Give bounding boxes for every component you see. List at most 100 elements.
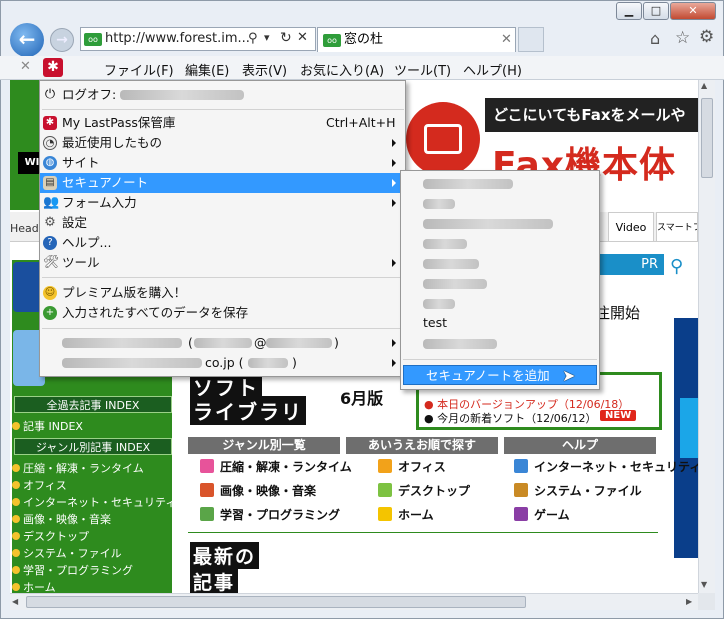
sidebar-link-internet[interactable]: インターネット・セキュリティ bbox=[12, 494, 176, 510]
nav-smartphone[interactable]: スマートフォ bbox=[656, 212, 698, 242]
index-all-header[interactable]: 全過去記事 INDEX bbox=[14, 396, 172, 413]
scroll-down-icon[interactable]: ▼ bbox=[701, 580, 707, 589]
menu-help[interactable]: ヘルプ(H) bbox=[463, 60, 522, 79]
menu-recent[interactable]: ◔ 最近使用したもの bbox=[40, 133, 405, 153]
menu-file[interactable]: ファイル(F) bbox=[104, 60, 174, 79]
menu-edit[interactable]: 編集(E) bbox=[185, 60, 229, 79]
redacted-note-1[interactable] bbox=[423, 179, 513, 189]
menu-identity-1[interactable]: ( @ ) bbox=[40, 333, 405, 353]
maximize-button[interactable]: □ bbox=[643, 2, 669, 20]
back-button[interactable]: ← bbox=[10, 23, 44, 57]
menu-sites-label: サイト bbox=[62, 155, 100, 170]
sidebar-link-compress[interactable]: 圧縮・解凍・ランタイム bbox=[12, 460, 144, 476]
category-system[interactable]: システム・ファイル bbox=[514, 482, 642, 499]
toolbar-close-icon[interactable]: ✕ bbox=[20, 59, 31, 74]
category-home-label[interactable]: ホーム bbox=[398, 508, 434, 522]
menu-save-all[interactable]: + 入力されたすべてのデータを保存 bbox=[40, 303, 405, 323]
category-office[interactable]: オフィス bbox=[378, 458, 446, 475]
menu-form-fill[interactable]: 👥 フォーム入力 bbox=[40, 193, 405, 213]
smiley-icon: ☺ bbox=[43, 286, 57, 300]
header-genre-list: ジャンル別一覧 bbox=[188, 437, 340, 454]
search-icon[interactable]: ⚲ bbox=[248, 31, 258, 46]
category-image-label[interactable]: 画像・映像・音楽 bbox=[220, 484, 316, 498]
sidebar-link-system[interactable]: システム・ファイル bbox=[12, 545, 122, 561]
category-internet[interactable]: インターネット・セキュリティ bbox=[514, 458, 698, 475]
nav-head[interactable]: Head bbox=[10, 222, 39, 235]
horizontal-scrollbar[interactable]: ◀ ▶ bbox=[10, 593, 698, 610]
menu-settings[interactable]: ⚙ 設定 bbox=[40, 213, 405, 233]
tools-gear-icon[interactable]: ⚙ bbox=[699, 27, 714, 47]
category-learning[interactable]: 学習・プログラミング bbox=[200, 506, 340, 523]
menu-premium[interactable]: ☺ プレミアム版を購入！ bbox=[40, 283, 405, 303]
minimize-button[interactable]: ▁ bbox=[616, 2, 642, 20]
fax-ad-banner[interactable]: どこにいてもFaxをメールや Fax機本体 bbox=[400, 98, 698, 186]
redacted-note-7[interactable] bbox=[423, 299, 455, 309]
menu-tools[interactable]: ツール(T) bbox=[394, 60, 451, 79]
sidebar-link-home[interactable]: ホーム bbox=[12, 579, 56, 593]
tab-forest[interactable]: oo 窓の杜 ✕ bbox=[317, 27, 516, 52]
new-badge: NEW bbox=[600, 410, 637, 421]
scroll-left-icon[interactable]: ◀ bbox=[12, 597, 18, 606]
menu-help[interactable]: ? ヘルプ... bbox=[40, 233, 405, 253]
identity-domain: co.jp ( bbox=[205, 355, 244, 370]
redacted-note-5[interactable] bbox=[423, 259, 479, 269]
redacted-note-4[interactable] bbox=[423, 239, 467, 249]
dropdown-arrow-icon[interactable]: ▾ bbox=[264, 31, 270, 44]
horizontal-scroll-thumb[interactable] bbox=[26, 596, 526, 608]
sidebar-link-image[interactable]: 画像・映像・音楽 bbox=[12, 511, 111, 527]
forward-button[interactable]: → bbox=[50, 28, 74, 52]
update-month[interactable]: ● 今月の新着ソフト（12/06/12） bbox=[424, 410, 597, 426]
sidebar-article-index[interactable]: 記事 INDEX bbox=[12, 418, 83, 434]
secure-note-test[interactable]: test bbox=[401, 313, 599, 333]
home-icon[interactable]: ⌂ bbox=[650, 29, 660, 48]
category-image[interactable]: 画像・映像・音楽 bbox=[200, 482, 316, 499]
refresh-icon[interactable]: ↻ bbox=[280, 30, 292, 46]
menu-tools[interactable]: 🛠 ツール bbox=[40, 253, 405, 273]
redacted-note-8[interactable] bbox=[423, 339, 497, 349]
category-office-label[interactable]: オフィス bbox=[398, 460, 446, 474]
vertical-scroll-thumb[interactable] bbox=[701, 98, 713, 178]
sidebar-link-office[interactable]: オフィス bbox=[12, 477, 67, 493]
sidebar-link-learning[interactable]: 学習・プログラミング bbox=[12, 562, 133, 578]
clock-icon: ◔ bbox=[43, 136, 57, 150]
latest-title-1: 最新の bbox=[190, 542, 260, 569]
forward-arrow-icon: → bbox=[56, 32, 68, 48]
sidebar-link-desktop[interactable]: デスクトップ bbox=[12, 528, 89, 544]
category-internet-label[interactable]: インターネット・セキュリティ bbox=[534, 460, 698, 474]
category-system-label[interactable]: システム・ファイル bbox=[534, 484, 642, 498]
update-month-text[interactable]: 今月の新着ソフト（12/06/12） bbox=[437, 412, 596, 425]
menu-identity-2[interactable]: co.jp ( ) bbox=[40, 353, 405, 373]
category-game[interactable]: ゲーム bbox=[514, 506, 570, 523]
category-game-label[interactable]: ゲーム bbox=[534, 508, 570, 522]
menu-vault[interactable]: ✱ My LastPass保管庫 Ctrl+Alt+H bbox=[40, 113, 405, 133]
category-desktop-label[interactable]: デスクトップ bbox=[398, 484, 470, 498]
scroll-up-icon[interactable]: ▲ bbox=[701, 81, 707, 90]
menu-view[interactable]: 表示(V) bbox=[242, 60, 287, 79]
category-compress[interactable]: 圧縮・解凍・ランタイム bbox=[200, 458, 352, 475]
tab-close-icon[interactable]: ✕ bbox=[501, 28, 512, 52]
menu-favorites[interactable]: お気に入り(A) bbox=[300, 60, 384, 79]
favorites-star-icon[interactable]: ☆ bbox=[675, 28, 690, 48]
page-search-icon[interactable]: ⚲ bbox=[670, 256, 683, 277]
side-ad[interactable] bbox=[674, 318, 698, 558]
menu-secure-notes[interactable]: ▤ セキュアノート bbox=[40, 173, 405, 193]
close-window-button[interactable]: ✕ bbox=[670, 2, 716, 20]
menu-tools-label: ツール bbox=[62, 255, 100, 270]
menu-logoff[interactable]: ⏻ ログオフ: bbox=[40, 85, 405, 105]
redacted-note-3[interactable] bbox=[423, 219, 553, 229]
menu-sites[interactable]: ◍ サイト bbox=[40, 153, 405, 173]
category-compress-label[interactable]: 圧縮・解凍・ランタイム bbox=[220, 460, 352, 474]
new-tab-button[interactable] bbox=[518, 27, 544, 52]
redacted-note-6[interactable] bbox=[423, 279, 487, 289]
category-learning-label[interactable]: 学習・プログラミング bbox=[220, 508, 340, 522]
scroll-right-icon[interactable]: ▶ bbox=[686, 597, 692, 606]
nav-video[interactable]: Video bbox=[608, 212, 654, 242]
category-desktop[interactable]: デスクトップ bbox=[378, 482, 470, 499]
lastpass-icon[interactable]: ✱ bbox=[43, 58, 63, 77]
image-icon bbox=[200, 483, 214, 497]
stop-icon[interactable]: ✕ bbox=[297, 30, 308, 45]
vertical-scrollbar[interactable]: ▲ ▼ bbox=[698, 80, 715, 593]
category-home[interactable]: ホーム bbox=[378, 506, 434, 523]
redacted-note-2[interactable] bbox=[423, 199, 455, 209]
genre-index-header[interactable]: ジャンル別記事 INDEX bbox=[14, 438, 172, 455]
